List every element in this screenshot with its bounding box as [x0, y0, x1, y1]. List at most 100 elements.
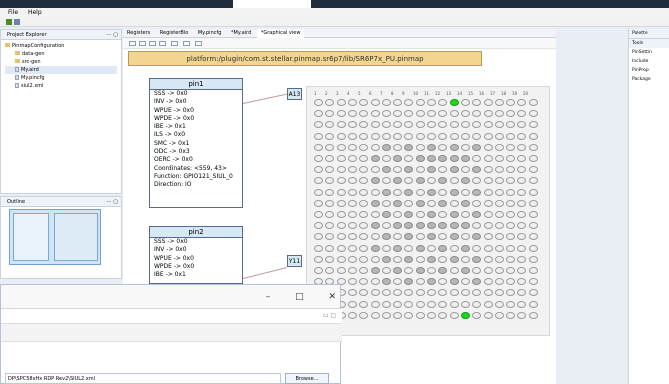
pin-dot[interactable]	[347, 255, 357, 263]
pin-dot[interactable]	[359, 199, 369, 207]
tree-item-src-gen[interactable]: src-gen	[5, 58, 117, 66]
pin-dot[interactable]	[359, 300, 369, 308]
pin-dot[interactable]	[415, 199, 425, 207]
tree-item-my-aird[interactable]: My.aird	[5, 66, 117, 74]
pin-dot[interactable]	[370, 267, 380, 274]
pin-dot[interactable]	[314, 155, 323, 162]
pin-dot[interactable]	[460, 155, 470, 162]
pin-dot[interactable]	[472, 132, 482, 140]
pin-dot[interactable]	[494, 110, 504, 118]
pin-dot[interactable]	[449, 300, 459, 308]
pin-dot[interactable]	[494, 278, 504, 286]
pin-dot[interactable]	[460, 143, 470, 151]
pin-dot[interactable]	[325, 143, 335, 151]
pin-dot[interactable]	[370, 99, 380, 106]
close-icon[interactable]: ✕	[328, 292, 336, 302]
pin-dot[interactable]	[460, 199, 470, 207]
pin-dot[interactable]	[506, 255, 516, 263]
pin-dot[interactable]	[393, 199, 403, 207]
pin-dot[interactable]	[347, 188, 357, 196]
pin-dot[interactable]	[517, 188, 527, 196]
pin-dot[interactable]	[494, 188, 504, 196]
pin-dot[interactable]	[393, 132, 403, 140]
pin-dot[interactable]	[336, 222, 346, 230]
palette-item-pinprop[interactable]: PinProp	[629, 66, 669, 75]
pin-dot[interactable]	[449, 311, 459, 319]
pin-dot[interactable]	[427, 255, 436, 263]
pin-dot[interactable]	[438, 311, 448, 319]
pin-dot[interactable]	[483, 244, 493, 252]
pin-dot[interactable]	[347, 99, 357, 106]
pin-dot[interactable]	[506, 311, 516, 319]
panel-controls-icon[interactable]: ⋯ ▢	[107, 30, 118, 40]
tab-my-pincfg[interactable]: My.pincfg	[194, 29, 226, 38]
pin-dot[interactable]	[483, 278, 493, 286]
pin-dot[interactable]	[494, 143, 504, 151]
pin-dot[interactable]	[347, 132, 357, 140]
pin-dot[interactable]	[370, 110, 380, 118]
pin-dot[interactable]	[427, 155, 436, 162]
pin-dot[interactable]	[314, 211, 323, 218]
pin-dot[interactable]	[370, 244, 380, 252]
pin-dot[interactable]	[506, 244, 516, 252]
pin-dot[interactable]	[528, 300, 538, 308]
pin-dot[interactable]	[472, 188, 482, 196]
pin-dot[interactable]	[381, 199, 391, 207]
pin-dot[interactable]	[415, 255, 425, 263]
tree-root[interactable]: PinmapConfiguration	[5, 42, 117, 50]
pin-dot[interactable]	[314, 255, 323, 263]
pin-dot[interactable]	[370, 222, 380, 230]
pin-dot[interactable]	[336, 267, 346, 274]
pin-dot[interactable]	[347, 244, 357, 252]
pin-dot[interactable]	[336, 110, 346, 118]
pin-dot[interactable]	[506, 199, 516, 207]
pin-dot[interactable]	[438, 244, 448, 252]
pin-dot[interactable]	[347, 143, 357, 151]
pin-dot[interactable]	[449, 110, 459, 118]
pin-dot[interactable]	[528, 110, 538, 118]
pin-dot[interactable]	[381, 99, 391, 106]
pin-dot[interactable]	[314, 188, 323, 196]
pin-dot[interactable]	[415, 278, 425, 286]
outline-title[interactable]: Outline	[7, 197, 25, 207]
pin-dot[interactable]	[449, 132, 459, 140]
pin-dot[interactable]	[483, 300, 493, 308]
pin-dot[interactable]	[460, 267, 470, 274]
pin-dot[interactable]	[314, 99, 323, 106]
pin-dot[interactable]	[370, 255, 380, 263]
pin-dot[interactable]	[449, 222, 459, 230]
pin-dot[interactable]	[494, 244, 504, 252]
pin-dot[interactable]	[381, 222, 391, 230]
save-icon[interactable]	[14, 19, 20, 25]
tool-icon[interactable]	[139, 41, 146, 46]
pin-dot[interactable]	[528, 199, 538, 207]
palette-title[interactable]: Palette	[629, 29, 669, 39]
pin-dot[interactable]	[528, 132, 538, 140]
pin-dot[interactable]	[427, 300, 436, 308]
pin-dot[interactable]	[494, 311, 504, 319]
pin-dot[interactable]	[336, 166, 346, 174]
pin-dot[interactable]	[381, 155, 391, 162]
pin-dot[interactable]	[347, 199, 357, 207]
pin-dot[interactable]	[427, 188, 436, 196]
palette-item-include[interactable]: Include	[629, 57, 669, 66]
pin-dot[interactable]	[460, 255, 470, 263]
pin-tag-a13[interactable]: A13	[287, 88, 302, 100]
tool-icon[interactable]	[159, 41, 166, 46]
pin-dot[interactable]	[483, 255, 493, 263]
pin-dot[interactable]	[381, 188, 391, 196]
tool-icon[interactable]	[171, 41, 178, 46]
pin-dot[interactable]	[347, 267, 357, 274]
pin-dot[interactable]	[325, 255, 335, 263]
menu-help[interactable]: Help	[28, 9, 42, 16]
pin-dot[interactable]	[370, 132, 380, 140]
pin-dot[interactable]	[427, 267, 436, 274]
pin-dot[interactable]	[370, 300, 380, 308]
pin-dot[interactable]	[494, 267, 504, 274]
outline-thumbnail[interactable]	[9, 209, 101, 265]
pin-dot[interactable]	[472, 255, 482, 263]
pin-dot[interactable]	[472, 311, 482, 319]
pin-dot[interactable]	[494, 255, 504, 263]
tool-icon[interactable]	[149, 41, 156, 46]
pin-dot[interactable]	[427, 99, 436, 106]
